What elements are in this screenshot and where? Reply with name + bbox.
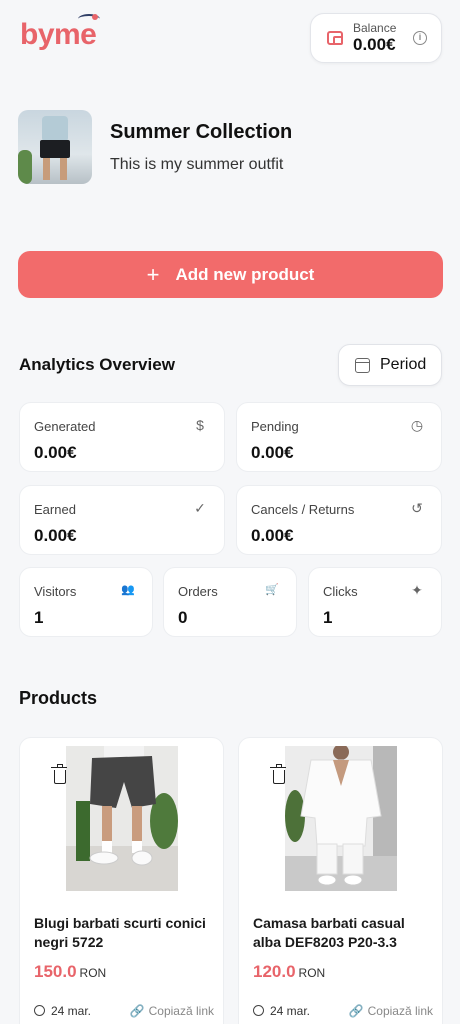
analytics-card-visitors: Visitors 1 👥 <box>19 567 153 637</box>
card-label: Orders <box>178 584 218 599</box>
card-value: 0.00€ <box>251 526 294 545</box>
card-value: 0.00€ <box>34 526 77 545</box>
collection-description: This is my summer outfit <box>110 156 284 173</box>
trash-icon[interactable] <box>51 764 67 784</box>
card-label: Cancels / Returns <box>251 502 355 517</box>
dollar-icon: $ <box>196 417 204 433</box>
card-value: 0 <box>178 608 188 627</box>
card-label: Clicks <box>323 584 358 599</box>
product-image[interactable] <box>66 746 178 891</box>
analytics-card-orders: Orders 0 🛒 <box>163 567 297 637</box>
analytics-card-cancels-returns: Cancels / Returns 0.00€ ↺ <box>236 485 442 555</box>
trash-icon[interactable] <box>270 764 286 784</box>
card-label: Pending <box>251 419 299 434</box>
card-label: Earned <box>34 502 76 517</box>
clock-icon <box>253 1005 264 1016</box>
collection-thumbnail <box>18 110 92 184</box>
card-value: 1 <box>34 608 44 627</box>
product-photo-shirt <box>285 746 397 891</box>
add-new-product-button[interactable]: + Add new product <box>18 251 443 298</box>
copy-link-button[interactable]: 🔗 Copiază link <box>130 1004 214 1018</box>
balance-widget[interactable]: Balance 0.00€ i <box>310 13 442 63</box>
product-card[interactable]: Camasa barbati casual alba DEF8203 P20-3… <box>238 737 443 1024</box>
info-icon[interactable]: i <box>413 31 427 45</box>
link-icon: 🔗 <box>348 1004 364 1018</box>
analytics-card-earned: Earned 0.00€ ✓ <box>19 485 225 555</box>
product-date: 24 mar. <box>34 1004 91 1018</box>
plus-icon: + <box>146 261 160 287</box>
collection-title: Summer Collection <box>110 121 293 143</box>
product-name[interactable]: Camasa barbati casual alba DEF8203 P20-3… <box>253 914 433 952</box>
card-value: 1 <box>323 608 333 627</box>
users-icon: 👥 <box>121 584 135 596</box>
analytics-card-pending: Pending 0.00€ ◷ <box>236 402 442 472</box>
analytics-card-generated: Generated 0.00€ $ <box>19 402 225 472</box>
link-icon: 🔗 <box>129 1004 145 1018</box>
product-price: 150.0 RON <box>34 962 107 981</box>
top-bar: byme Balance 0.00€ i <box>0 0 460 80</box>
product-image[interactable] <box>285 746 397 891</box>
clock-icon <box>34 1005 45 1016</box>
period-button[interactable]: Period <box>338 344 442 386</box>
wallet-icon <box>327 31 343 45</box>
card-label: Visitors <box>34 584 77 599</box>
card-label: Generated <box>34 419 96 434</box>
analytics-card-clicks: Clicks 1 ✦ <box>308 567 442 637</box>
copy-link-button[interactable]: 🔗 Copiază link <box>349 1004 433 1018</box>
card-value: 0.00€ <box>34 443 77 462</box>
calendar-icon <box>355 357 370 373</box>
product-photo-shorts <box>66 746 178 891</box>
product-date: 24 mar. <box>253 1004 310 1018</box>
analytics-title: Analytics Overview <box>19 355 175 374</box>
pointer-click-icon: ✦ <box>411 582 423 598</box>
cart-icon: 🛒 <box>265 584 279 596</box>
rotate-ccw-icon: ↺ <box>411 500 423 516</box>
brand-logo[interactable]: byme <box>20 14 100 52</box>
balance-label: Balance <box>353 21 397 35</box>
product-card[interactable]: Blugi barbati scurti conici negri 5722 1… <box>19 737 224 1024</box>
products-title: Products <box>19 688 98 708</box>
card-value: 0.00€ <box>251 443 294 462</box>
balance-value: 0.00€ <box>353 35 396 54</box>
product-footer: 24 mar. 🔗 Copiază link <box>34 1004 214 1018</box>
clock-icon: ◷ <box>410 417 424 433</box>
period-label: Period <box>380 356 427 373</box>
check-circle-icon: ✓ <box>194 500 206 516</box>
add-new-product-label: Add new product <box>175 264 315 284</box>
product-price: 120.0 RON <box>253 962 326 981</box>
product-footer: 24 mar. 🔗 Copiază link <box>253 1004 433 1018</box>
product-name[interactable]: Blugi barbati scurti conici negri 5722 <box>34 914 214 952</box>
